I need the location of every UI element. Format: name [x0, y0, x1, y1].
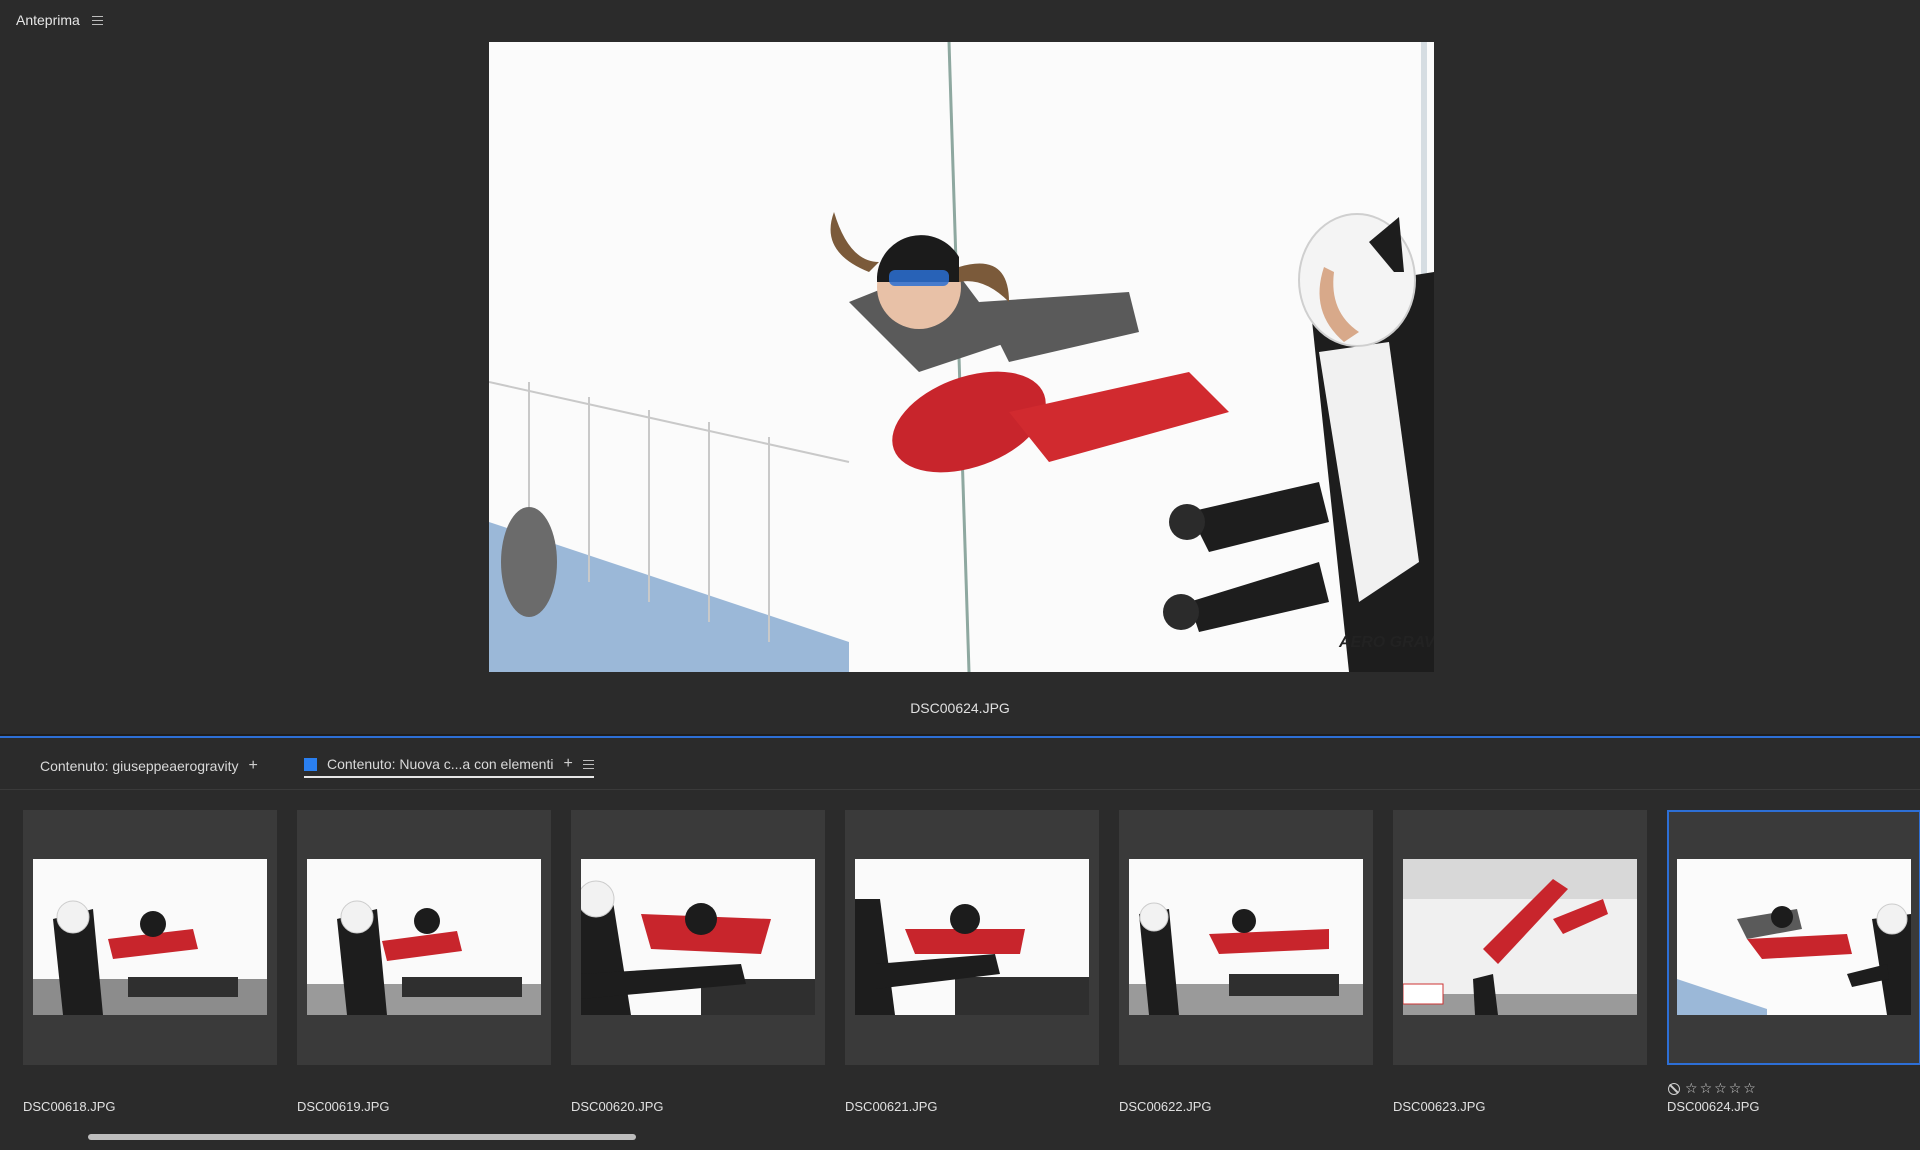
thumbnail-strip: DSC00618.JPG DSC00619.JPG DSC00620.JPG D…: [0, 810, 1920, 1114]
thumbnail-label: DSC00620.JPG: [571, 1099, 664, 1114]
collection-color-icon: [304, 757, 317, 771]
scrollbar-thumb[interactable]: [88, 1134, 636, 1140]
star-icon[interactable]: ☆: [1714, 1080, 1727, 1097]
star-icon[interactable]: ☆: [1743, 1080, 1756, 1097]
thumbnail-dsc00619[interactable]: [297, 810, 551, 1065]
plus-icon[interactable]: +: [563, 756, 572, 772]
preview-header: Anteprima: [16, 10, 103, 30]
reject-icon[interactable]: [1668, 1082, 1680, 1095]
thumbnail-image: [1677, 859, 1911, 1015]
rating-stars[interactable]: ☆ ☆ ☆ ☆ ☆: [1668, 1080, 1756, 1097]
horizontal-scrollbar[interactable]: [0, 1132, 1920, 1142]
thumbnail-label: DSC00622.JPG: [1119, 1099, 1212, 1114]
thumbnail-dsc00620[interactable]: [571, 810, 825, 1065]
thumbnail-label: DSC00623.JPG: [1393, 1099, 1486, 1114]
thumbnail-image: [1129, 859, 1363, 1015]
preview-panel: Anteprima AERO GRAV DSC00624.JPG: [0, 0, 1920, 734]
plus-icon[interactable]: +: [248, 758, 257, 774]
skydiver-photo: AERO GRAVITY: [489, 42, 1434, 672]
thumbnail-label: DSC00619.JPG: [297, 1099, 390, 1114]
thumbnail-image: [581, 859, 815, 1015]
thumbnail-label: DSC00618.JPG: [23, 1099, 116, 1114]
thumbnail-image: [855, 859, 1089, 1015]
thumbnail-dsc00622[interactable]: [1119, 810, 1373, 1065]
thumbnail-image: [1403, 859, 1637, 1015]
preview-caption: DSC00624.JPG: [910, 700, 1010, 716]
tab-nuova-collezione[interactable]: Contenuto: Nuova c...a con elementi +: [304, 754, 594, 778]
thumbnail-image: [307, 859, 541, 1015]
content-panel: Contenuto: giuseppeaerogravity + Contenu…: [0, 736, 1920, 1150]
tab-menu-icon[interactable]: [582, 759, 594, 769]
star-icon[interactable]: ☆: [1700, 1080, 1713, 1097]
thumbnail-dsc00618[interactable]: [23, 810, 277, 1065]
thumbnail-label: DSC00624.JPG: [1667, 1099, 1760, 1114]
preview-image: AERO GRAVITY: [489, 42, 1434, 672]
content-tabs: Contenuto: giuseppeaerogravity + Contenu…: [0, 738, 1920, 790]
thumbnail-image: [33, 859, 267, 1015]
star-icon[interactable]: ☆: [1685, 1080, 1698, 1097]
tab-label: Contenuto: giuseppeaerogravity: [40, 758, 239, 774]
thumbnail-label: DSC00621.JPG: [845, 1099, 938, 1114]
thumbnail-dsc00621[interactable]: [845, 810, 1099, 1065]
tab-giuseppeaerogravity[interactable]: Contenuto: giuseppeaerogravity +: [40, 754, 258, 778]
panel-menu-icon[interactable]: [91, 15, 103, 25]
watermark: AERO GRAVITY: [1338, 634, 1434, 651]
thumbnail-dsc00623[interactable]: [1393, 810, 1647, 1065]
star-icon[interactable]: ☆: [1729, 1080, 1742, 1097]
thumbnail-dsc00624[interactable]: [1667, 810, 1920, 1065]
tab-label: Contenuto: Nuova c...a con elementi: [327, 756, 554, 772]
preview-title: Anteprima: [16, 12, 80, 28]
